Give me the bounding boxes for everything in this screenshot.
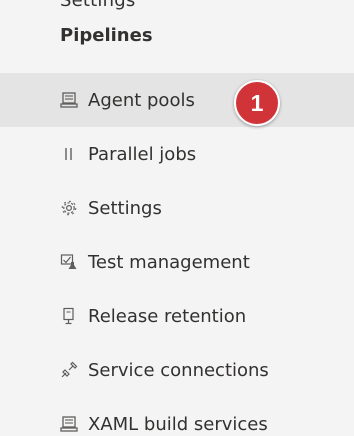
nav-item-label: Service connections [88, 359, 269, 381]
nav-item-label: Test management [88, 251, 250, 273]
nav-item-settings[interactable]: Settings [0, 181, 354, 235]
nav-item-test-management[interactable]: Test management [0, 235, 354, 289]
step-callout-badge: 1 [234, 80, 280, 126]
previous-section-label: Settings [60, 0, 135, 10]
server-icon [60, 415, 78, 433]
pipelines-nav-list: Agent pools 1 Parallel jobs Settings Tes… [0, 73, 354, 436]
nav-item-xaml-build-services[interactable]: XAML build services [0, 397, 354, 436]
nav-item-label: Agent pools [88, 89, 195, 111]
callout-number: 1 [250, 89, 264, 116]
test-management-icon [60, 253, 78, 271]
parallel-icon [60, 145, 78, 163]
gear-icon [60, 199, 78, 217]
nav-item-parallel-jobs[interactable]: Parallel jobs [0, 127, 354, 181]
nav-item-service-connections[interactable]: Service connections [0, 343, 354, 397]
nav-item-label: Parallel jobs [88, 143, 197, 165]
server-icon [60, 91, 78, 109]
settings-sidebar: Settings Pipelines Agent pools 1 [0, 0, 354, 436]
section-header-pipelines: Pipelines [60, 25, 153, 46]
nav-item-label: Settings [88, 197, 162, 219]
retention-icon [60, 307, 78, 325]
plug-icon [60, 361, 78, 379]
nav-item-release-retention[interactable]: Release retention [0, 289, 354, 343]
nav-item-label: Release retention [88, 305, 247, 327]
nav-item-agent-pools[interactable]: Agent pools 1 [0, 73, 354, 127]
nav-item-label: XAML build services [88, 413, 268, 435]
